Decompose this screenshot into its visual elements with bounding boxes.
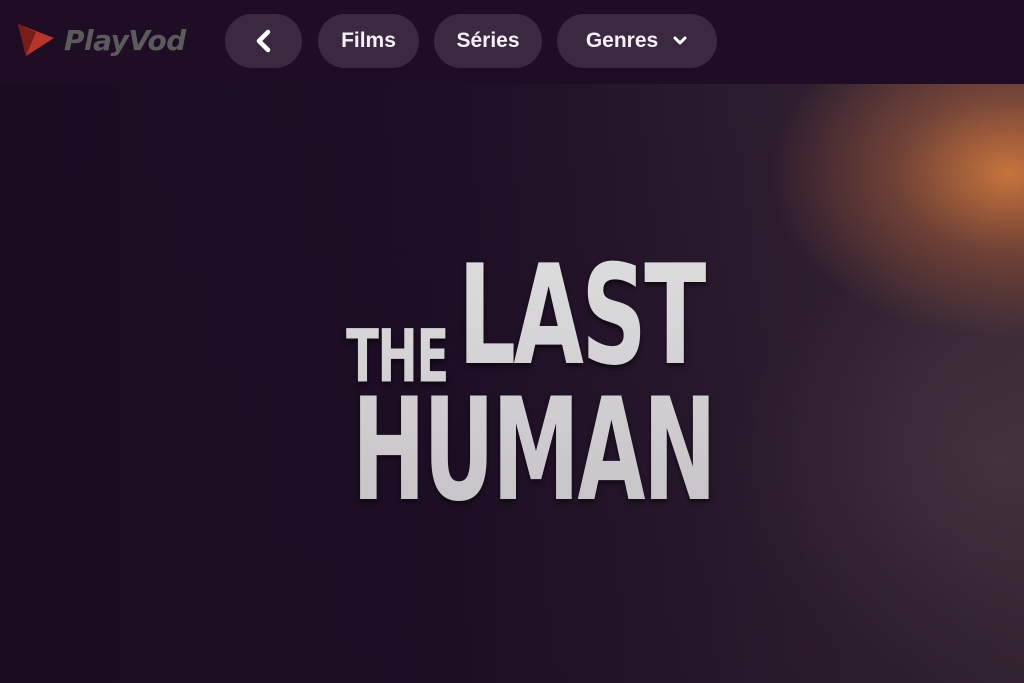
logo-text: PlayVod (64, 23, 186, 57)
nav-films-button[interactable]: Films (318, 14, 419, 68)
nav-genres-label: Genres (585, 29, 659, 52)
chevron-left-icon (256, 29, 270, 53)
back-button[interactable] (225, 14, 302, 68)
movie-title-logo: THE LAST HUMAN (346, 247, 786, 542)
play-triangle-icon (18, 24, 54, 56)
title-word-the: THE (346, 312, 449, 400)
chevron-down-icon (673, 36, 687, 45)
nav-series-label: Séries (456, 29, 520, 52)
title-word-human: HUMAN (352, 368, 717, 533)
top-nav-bar: PlayVod Films Séries Genres (0, 0, 1024, 84)
nav-genres-dropdown[interactable]: Genres (557, 14, 717, 68)
hero-banner[interactable]: THE LAST HUMAN (0, 84, 1024, 683)
nav-series-button[interactable]: Séries (434, 14, 542, 68)
title-word-last: LAST (458, 235, 706, 396)
nav-films-label: Films (341, 29, 396, 52)
app-logo[interactable]: PlayVod (16, 20, 186, 60)
